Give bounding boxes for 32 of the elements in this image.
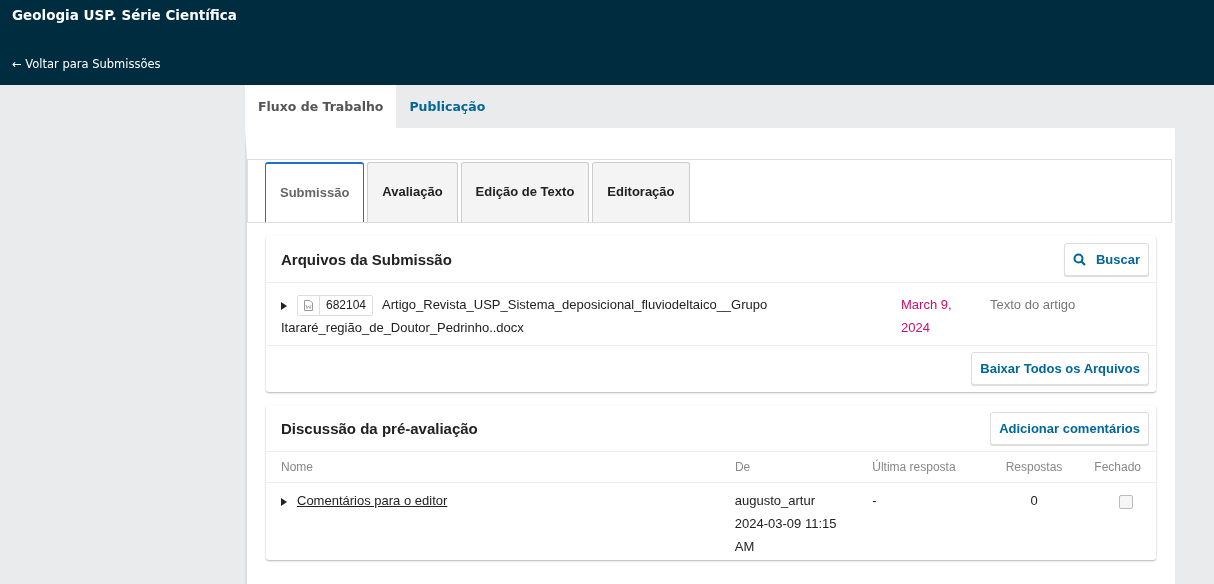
- page-tab[interactable]: Fluxo de Trabalho: [245, 85, 397, 128]
- file-id-badge: 682104: [297, 295, 374, 317]
- file-name[interactable]: Itararé_região_de_Doutor_Pedrinho..docx: [281, 316, 524, 340]
- column-header: Nome: [281, 460, 314, 475]
- journal-title: Geologia USP. Série Científica: [12, 7, 238, 25]
- search-button[interactable]: Buscar: [1063, 242, 1149, 276]
- closed-checkbox[interactable]: [1119, 494, 1133, 509]
- card-title: Arquivos da Submissão: [281, 250, 452, 268]
- reply-count: 0: [1029, 492, 1039, 511]
- column-header: Respostas: [1004, 460, 1064, 475]
- search-icon: [1072, 252, 1086, 266]
- stage-tab[interactable]: Editoração: [592, 162, 690, 222]
- column-header: Fechado: [1093, 460, 1141, 475]
- document-icon: [304, 300, 313, 312]
- file-date: March 9, 2024: [901, 296, 953, 337]
- file-name[interactable]: Artigo_Revista_USP_Sistema_deposicional_fluviodeltaico__Grupo: [382, 297, 768, 312]
- column-header: Última resposta: [872, 460, 957, 475]
- stage-tab[interactable]: Edição de Texto: [460, 162, 590, 222]
- stage-tab[interactable]: Avaliação: [367, 162, 458, 222]
- back-link[interactable]: ← Voltar para Submissões: [12, 57, 161, 71]
- page-tab[interactable]: Publicação: [396, 85, 499, 128]
- column-header: De: [734, 460, 752, 475]
- download-all-button[interactable]: Baixar Todos os Arquivos: [971, 352, 1149, 386]
- last-reply: -: [872, 492, 878, 511]
- card-title: Discussão da pré-avaliação: [281, 419, 478, 437]
- expand-arrow-icon[interactable]: [281, 497, 287, 506]
- expand-arrow-icon[interactable]: [281, 301, 287, 310]
- discussion-link[interactable]: Comentários para o editor: [297, 493, 448, 509]
- add-comments-button[interactable]: Adicionar comentários: [990, 411, 1149, 445]
- author-date: augusto_artur 2024-03-09 11:15 AM: [734, 492, 838, 557]
- file-type: Texto do artigo: [990, 296, 1076, 314]
- stage-tab[interactable]: Submissão: [265, 162, 365, 222]
